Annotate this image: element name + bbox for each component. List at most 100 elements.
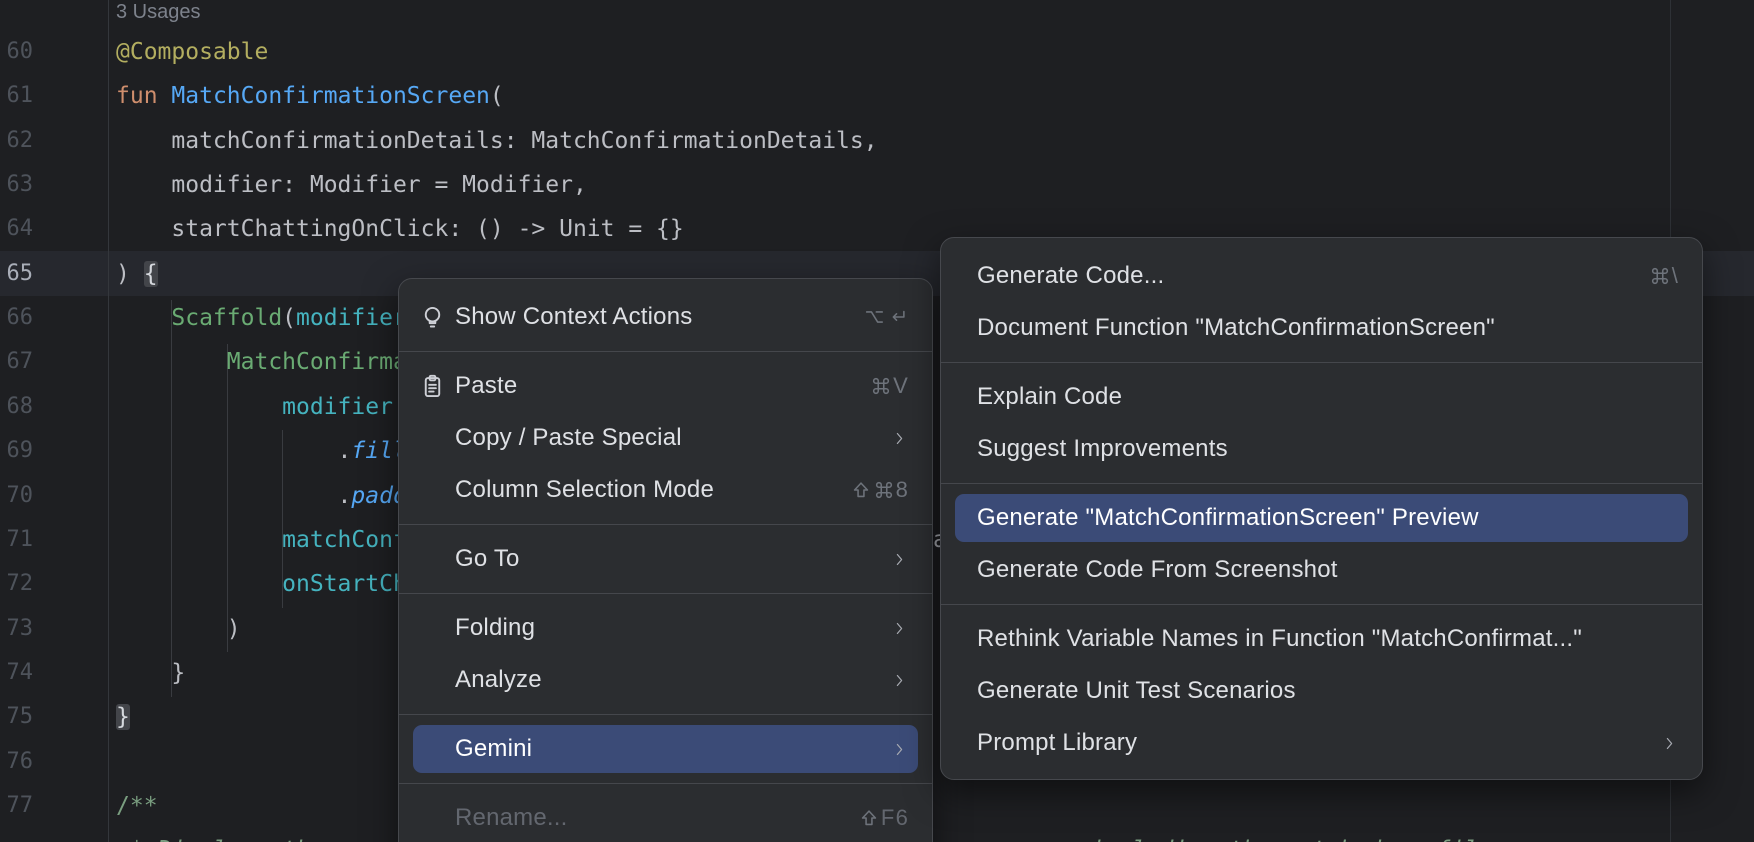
clipboard-icon bbox=[419, 372, 455, 400]
line-number[interactable]: 62 bbox=[0, 126, 33, 156]
code-line[interactable]: modifier: Modifier = Modifier, bbox=[116, 170, 587, 200]
code-token-plain bbox=[116, 349, 227, 375]
gemini-submenu-item-document-function-matchconfirmationscreen[interactable]: Document Function "MatchConfirmationScre… bbox=[941, 302, 1702, 354]
menu-separator bbox=[941, 604, 1702, 605]
line-number[interactable]: 73 bbox=[0, 614, 33, 644]
code-token-plain: . bbox=[116, 483, 351, 509]
code-line[interactable]: matchConfirmationDetails: MatchConfirmat… bbox=[116, 126, 878, 156]
line-number[interactable]: 77 bbox=[0, 791, 33, 821]
code-line[interactable]: startChattingOnClick: () -> Unit = {} bbox=[116, 214, 684, 244]
gemini-submenu-item-rethink-variable-names-in-function-matchconfirmat[interactable]: Rethink Variable Names in Function "Matc… bbox=[941, 613, 1702, 665]
usages-inlay-hint[interactable]: 3 Usages bbox=[116, 1, 201, 24]
gemini-submenu-item-generate-code-from-screenshot[interactable]: Generate Code From Screenshot bbox=[941, 544, 1702, 596]
line-number[interactable]: 68 bbox=[0, 392, 33, 422]
code-line[interactable]: ) bbox=[116, 614, 241, 644]
gemini-submenu-item-generate-code[interactable]: Generate Code... \ bbox=[941, 250, 1702, 302]
code-line[interactable]: @Composable bbox=[116, 37, 268, 67]
menu-item-label: Prompt Library bbox=[977, 729, 1637, 757]
submenu-chevron-icon bbox=[891, 620, 908, 637]
context-menu-item-analyze[interactable]: Analyze bbox=[399, 654, 932, 706]
menu-item-label: Show Context Actions bbox=[455, 303, 839, 331]
line-number[interactable]: 65 bbox=[0, 259, 33, 289]
code-token-plain bbox=[116, 394, 282, 420]
code-token-plain: startChattingOnClick: () -> Unit = {} bbox=[116, 216, 684, 242]
gemini-submenu-item-suggest-improvements[interactable]: Suggest Improvements bbox=[941, 423, 1702, 475]
menu-item-label: Column Selection Mode bbox=[455, 476, 826, 504]
line-number[interactable]: 75 bbox=[0, 702, 33, 732]
menu-item-label: Folding bbox=[455, 614, 867, 642]
context-menu-item-show-context-actions[interactable]: Show Context Actions bbox=[399, 291, 932, 343]
menu-item-label: Generate Code... bbox=[977, 262, 1625, 290]
code-token-kw: fun bbox=[116, 83, 158, 109]
menu-separator bbox=[941, 362, 1702, 363]
code-token-plain: . bbox=[116, 438, 351, 464]
line-number[interactable]: 72 bbox=[0, 569, 33, 599]
menu-item-label: Paste bbox=[455, 372, 846, 400]
menu-item-shortcut bbox=[863, 306, 908, 328]
line-number[interactable]: 67 bbox=[0, 347, 33, 377]
editor-context-menu: Show Context Actions PasteV Copy / Paste S… bbox=[398, 278, 933, 842]
code-token-plain: ) bbox=[116, 616, 241, 642]
code-token-brace: { bbox=[144, 261, 158, 287]
code-line[interactable]: } bbox=[116, 702, 130, 732]
menu-item-shortcut: 8 bbox=[850, 477, 908, 503]
code-token-plain: ( bbox=[490, 83, 504, 109]
code-line[interactable]: fun MatchConfirmationScreen( bbox=[116, 81, 504, 111]
menu-item-label: Rename... bbox=[455, 804, 834, 832]
context-menu-item-paste[interactable]: PasteV bbox=[399, 360, 932, 412]
gemini-submenu-item-prompt-library[interactable]: Prompt Library bbox=[941, 717, 1702, 769]
menu-item-label: Copy / Paste Special bbox=[455, 424, 867, 452]
gemini-submenu: Generate Code... \ Document Function "Matc… bbox=[940, 237, 1703, 780]
context-menu-item-gemini[interactable]: Gemini bbox=[399, 723, 932, 775]
menu-separator bbox=[399, 524, 932, 525]
submenu-chevron-icon bbox=[1661, 735, 1678, 752]
submenu-chevron-icon bbox=[891, 551, 908, 568]
line-number[interactable]: 69 bbox=[0, 436, 33, 466]
code-token-plain bbox=[158, 83, 172, 109]
lightbulb-icon bbox=[419, 303, 455, 331]
menu-separator bbox=[399, 783, 932, 784]
gutter-separator bbox=[108, 0, 109, 842]
code-token-call: Scaffold bbox=[171, 305, 282, 331]
code-token-brace: } bbox=[116, 704, 130, 730]
menu-separator bbox=[399, 593, 932, 594]
context-menu-item-column-selection-mode[interactable]: Column Selection Mode 8 bbox=[399, 464, 932, 516]
menu-item-label: Generate "MatchConfirmationScreen" Previ… bbox=[977, 504, 1678, 532]
gemini-submenu-item-explain-code[interactable]: Explain Code bbox=[941, 371, 1702, 423]
code-line[interactable]: /** bbox=[116, 791, 158, 821]
menu-item-shortcut: F6 bbox=[858, 805, 908, 831]
gemini-submenu-item-generate-matchconfirmationscreen-preview[interactable]: Generate "MatchConfirmationScreen" Previ… bbox=[941, 492, 1702, 544]
menu-separator bbox=[399, 351, 932, 352]
menu-item-label: Generate Code From Screenshot bbox=[977, 556, 1678, 584]
line-number[interactable]: 63 bbox=[0, 170, 33, 200]
code-token-ann: @Composable bbox=[116, 39, 268, 65]
gemini-submenu-item-generate-unit-test-scenarios[interactable]: Generate Unit Test Scenarios bbox=[941, 665, 1702, 717]
line-number[interactable]: 76 bbox=[0, 747, 33, 777]
code-line[interactable]: ) { bbox=[116, 259, 158, 289]
context-menu-item-folding[interactable]: Folding bbox=[399, 602, 932, 654]
code-token-plain: modifier: Modifier = Modifier, bbox=[116, 172, 587, 198]
menu-item-label: Analyze bbox=[455, 666, 867, 694]
line-number[interactable]: 70 bbox=[0, 481, 33, 511]
line-number[interactable]: 66 bbox=[0, 303, 33, 333]
code-token-plain: ) bbox=[116, 261, 144, 287]
menu-item-shortcut: \ bbox=[1649, 263, 1678, 289]
doc-comment-fragment-right: on screen, including the matched profile… bbox=[938, 835, 1630, 842]
line-number[interactable]: 71 bbox=[0, 525, 33, 555]
code-token-named: modifier bbox=[296, 305, 407, 331]
code-token-plain bbox=[116, 527, 282, 553]
line-number[interactable]: 60 bbox=[0, 37, 33, 67]
line-number[interactable]: 74 bbox=[0, 658, 33, 688]
submenu-chevron-icon bbox=[891, 741, 908, 758]
code-token-plain: matchConfirmationDetails: MatchConfirmat… bbox=[116, 128, 878, 154]
context-menu-item-go-to[interactable]: Go To bbox=[399, 533, 932, 585]
line-number[interactable]: 64 bbox=[0, 214, 33, 244]
submenu-chevron-icon bbox=[891, 672, 908, 689]
line-number[interactable]: 61 bbox=[0, 81, 33, 111]
code-line[interactable]: } bbox=[116, 658, 185, 688]
submenu-chevron-icon bbox=[891, 430, 908, 447]
context-menu-item-copy-paste-special[interactable]: Copy / Paste Special bbox=[399, 412, 932, 464]
menu-separator bbox=[941, 483, 1702, 484]
menu-icon-spacer bbox=[419, 476, 455, 504]
menu-item-label: Generate Unit Test Scenarios bbox=[977, 677, 1678, 705]
